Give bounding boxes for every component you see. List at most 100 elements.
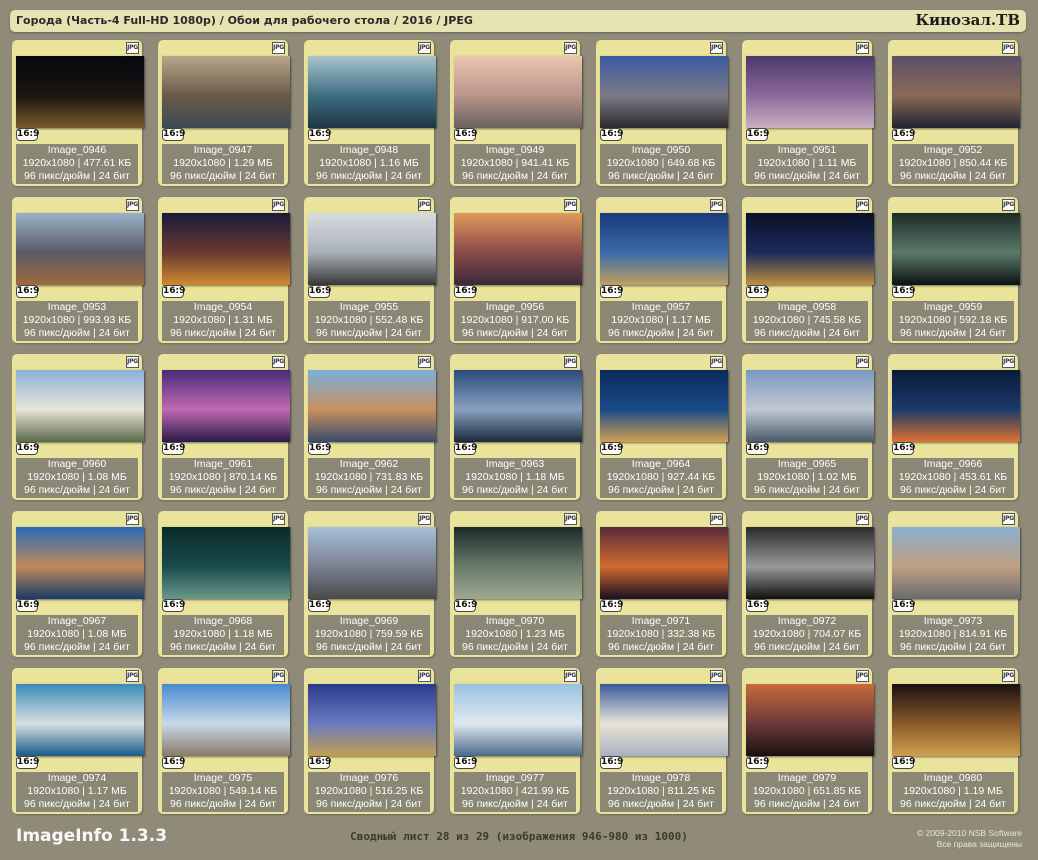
thumbnail-image[interactable] xyxy=(162,527,290,599)
image-name: Image_0951 xyxy=(777,144,837,156)
jpg-file-icon: JPG xyxy=(126,356,139,368)
thumbnail-card[interactable]: JPG 16:9 Image_0960 1920x1080 | 1.08 МБ 96 п… xyxy=(12,354,144,500)
thumbnail-image[interactable] xyxy=(308,684,436,756)
thumbnail-image[interactable] xyxy=(162,213,290,285)
thumbnail-card[interactable]: JPG 16:9 Image_0970 1920x1080 | 1.23 МБ 96 п… xyxy=(450,511,582,657)
thumbnail-image[interactable] xyxy=(454,213,582,285)
thumbnail-card[interactable]: JPG 16:9 Image_0959 1920x1080 | 592.18 КБ 96… xyxy=(888,197,1020,343)
thumbnail-image[interactable] xyxy=(600,213,728,285)
thumbnail-card[interactable]: JPG 16:9 Image_0977 1920x1080 | 421.99 КБ 96… xyxy=(450,668,582,814)
image-info: Image_0969 1920x1080 | 759.59 КБ 96 пикс/д… xyxy=(308,615,430,655)
thumbnail-card[interactable]: JPG 16:9 Image_0976 1920x1080 | 516.25 КБ 96… xyxy=(304,668,436,814)
thumbnail-image[interactable] xyxy=(454,527,582,599)
image-dimensions-size: 1920x1080 | 1.08 МБ xyxy=(27,471,127,483)
thumbnail-image[interactable] xyxy=(16,213,144,285)
thumbnail-card[interactable]: JPG 16:9 Image_0966 1920x1080 | 453.61 КБ 96… xyxy=(888,354,1020,500)
image-info: Image_0965 1920x1080 | 1.02 МБ 96 пикс/дюй… xyxy=(746,458,868,498)
thumbnail-card[interactable]: JPG 16:9 Image_0973 1920x1080 | 814.91 КБ 96… xyxy=(888,511,1020,657)
jpg-file-icon: JPG xyxy=(1002,513,1015,525)
thumbnail-card[interactable]: JPG 16:9 Image_0955 1920x1080 | 552.48 КБ 96… xyxy=(304,197,436,343)
thumbnail-image[interactable] xyxy=(308,370,436,442)
thumbnail-card[interactable]: JPG 16:9 Image_0947 1920x1080 | 1.29 МБ 96 п… xyxy=(158,40,290,186)
thumbnail-image[interactable] xyxy=(600,370,728,442)
thumbnail-image[interactable] xyxy=(892,684,1020,756)
jpg-file-icon: JPG xyxy=(418,356,431,368)
thumbnail-image[interactable] xyxy=(454,370,582,442)
thumbnail-image[interactable] xyxy=(892,527,1020,599)
jpg-file-icon: JPG xyxy=(710,199,723,211)
image-dimensions-size: 1920x1080 | 651.85 КБ xyxy=(752,785,862,797)
thumbnail-card[interactable]: JPG 16:9 Image_0958 1920x1080 | 745.58 КБ 96… xyxy=(742,197,874,343)
thumbnail-card[interactable]: JPG 16:9 Image_0949 1920x1080 | 941.41 КБ 96… xyxy=(450,40,582,186)
thumbnail-card[interactable]: JPG 16:9 Image_0951 1920x1080 | 1.11 МБ 96 п… xyxy=(742,40,874,186)
thumbnail-card[interactable]: JPG 16:9 Image_0978 1920x1080 | 811.25 КБ 96… xyxy=(596,668,728,814)
image-resolution-depth: 96 пикс/дюйм | 24 бит xyxy=(170,641,276,653)
jpg-file-icon: JPG xyxy=(126,670,139,682)
thumbnail-card[interactable]: JPG 16:9 Image_0953 1920x1080 | 993.93 КБ 96… xyxy=(12,197,144,343)
thumbnail-image[interactable] xyxy=(16,56,144,128)
thumbnail-card[interactable]: JPG 16:9 Image_0974 1920x1080 | 1.17 МБ 96 п… xyxy=(12,668,144,814)
thumbnail-image[interactable] xyxy=(162,684,290,756)
thumbnail-image[interactable] xyxy=(892,56,1020,128)
jpg-file-icon: JPG xyxy=(272,199,285,211)
thumbnail-card[interactable]: JPG 16:9 Image_0969 1920x1080 | 759.59 КБ 96… xyxy=(304,511,436,657)
thumbnail-image[interactable] xyxy=(308,56,436,128)
aspect-ratio-badge: 16:9 xyxy=(16,442,40,455)
thumbnail-image[interactable] xyxy=(454,56,582,128)
thumbnail-image[interactable] xyxy=(600,684,728,756)
thumbnail-card[interactable]: JPG 16:9 Image_0963 1920x1080 | 1.18 МБ 96 п… xyxy=(450,354,582,500)
thumbnail-card[interactable]: JPG 16:9 Image_0968 1920x1080 | 1.18 МБ 96 п… xyxy=(158,511,290,657)
thumbnail-card[interactable]: JPG 16:9 Image_0979 1920x1080 | 651.85 КБ 96… xyxy=(742,668,874,814)
image-name: Image_0975 xyxy=(193,772,253,784)
image-info: Image_0968 1920x1080 | 1.18 МБ 96 пикс/дюй… xyxy=(162,615,284,655)
thumbnail-card[interactable]: JPG 16:9 Image_0962 1920x1080 | 731.83 КБ 96… xyxy=(304,354,436,500)
jpg-file-icon: JPG xyxy=(418,513,431,525)
image-info: Image_0979 1920x1080 | 651.85 КБ 96 пикс/д… xyxy=(746,772,868,812)
image-resolution-depth: 96 пикс/дюйм | 24 бит xyxy=(462,170,568,182)
thumbnail-image[interactable] xyxy=(16,370,144,442)
aspect-ratio-badge: 16:9 xyxy=(454,756,478,769)
image-info: Image_0963 1920x1080 | 1.18 МБ 96 пикс/дюй… xyxy=(454,458,576,498)
thumbnail-card[interactable]: JPG 16:9 Image_0952 1920x1080 | 850.44 КБ 96… xyxy=(888,40,1020,186)
thumbnail-card[interactable]: JPG 16:9 Image_0948 1920x1080 | 1.16 МБ 96 п… xyxy=(304,40,436,186)
image-info: Image_0949 1920x1080 | 941.41 КБ 96 пикс/д… xyxy=(454,144,576,184)
thumbnail-card[interactable]: JPG 16:9 Image_0956 1920x1080 | 917.00 КБ 96… xyxy=(450,197,582,343)
thumbnail-card[interactable]: JPG 16:9 Image_0971 1920x1080 | 332.38 КБ 96… xyxy=(596,511,728,657)
thumbnail-image[interactable] xyxy=(454,684,582,756)
aspect-ratio-badge: 16:9 xyxy=(600,442,624,455)
thumbnail-card[interactable]: JPG 16:9 Image_0954 1920x1080 | 1.31 МБ 96 п… xyxy=(158,197,290,343)
image-dimensions-size: 1920x1080 | 731.83 КБ xyxy=(314,471,424,483)
thumbnail-image[interactable] xyxy=(746,56,874,128)
thumbnail-image[interactable] xyxy=(746,370,874,442)
thumbnail-image[interactable] xyxy=(308,527,436,599)
thumbnail-image[interactable] xyxy=(746,684,874,756)
image-name: Image_0976 xyxy=(339,772,399,784)
aspect-ratio-badge: 16:9 xyxy=(162,442,186,455)
thumbnail-card[interactable]: JPG 16:9 Image_0950 1920x1080 | 649.68 КБ 96… xyxy=(596,40,728,186)
thumbnail-image[interactable] xyxy=(600,527,728,599)
jpg-file-icon: JPG xyxy=(564,670,577,682)
thumbnail-card[interactable]: JPG 16:9 Image_0975 1920x1080 | 549.14 КБ 96… xyxy=(158,668,290,814)
thumbnail-card[interactable]: JPG 16:9 Image_0961 1920x1080 | 870.14 КБ 96… xyxy=(158,354,290,500)
thumbnail-image[interactable] xyxy=(16,684,144,756)
thumbnail-image[interactable] xyxy=(892,370,1020,442)
jpg-file-icon: JPG xyxy=(710,42,723,54)
thumbnail-card[interactable]: JPG 16:9 Image_0967 1920x1080 | 1.08 МБ 96 п… xyxy=(12,511,144,657)
image-dimensions-size: 1920x1080 | 870.14 КБ xyxy=(168,471,278,483)
thumbnail-image[interactable] xyxy=(162,370,290,442)
thumbnail-card[interactable]: JPG 16:9 Image_0965 1920x1080 | 1.02 МБ 96 п… xyxy=(742,354,874,500)
thumbnail-image[interactable] xyxy=(162,56,290,128)
thumbnail-card[interactable]: JPG 16:9 Image_0957 1920x1080 | 1.17 МБ 96 п… xyxy=(596,197,728,343)
thumbnail-image[interactable] xyxy=(600,56,728,128)
thumbnail-card[interactable]: JPG 16:9 Image_0980 1920x1080 | 1.19 МБ 96 п… xyxy=(888,668,1020,814)
image-dimensions-size: 1920x1080 | 1.17 МБ xyxy=(27,785,127,797)
thumbnail-image[interactable] xyxy=(892,213,1020,285)
thumbnail-image[interactable] xyxy=(308,213,436,285)
thumbnail-card[interactable]: JPG 16:9 Image_0964 1920x1080 | 927.44 КБ 96… xyxy=(596,354,728,500)
thumbnail-card[interactable]: JPG 16:9 Image_0946 1920x1080 | 477.61 КБ 96… xyxy=(12,40,144,186)
jpg-file-icon: JPG xyxy=(418,670,431,682)
thumbnail-image[interactable] xyxy=(746,527,874,599)
thumbnail-image[interactable] xyxy=(16,527,144,599)
thumbnail-card[interactable]: JPG 16:9 Image_0972 1920x1080 | 704.07 КБ 96… xyxy=(742,511,874,657)
thumbnail-image[interactable] xyxy=(746,213,874,285)
